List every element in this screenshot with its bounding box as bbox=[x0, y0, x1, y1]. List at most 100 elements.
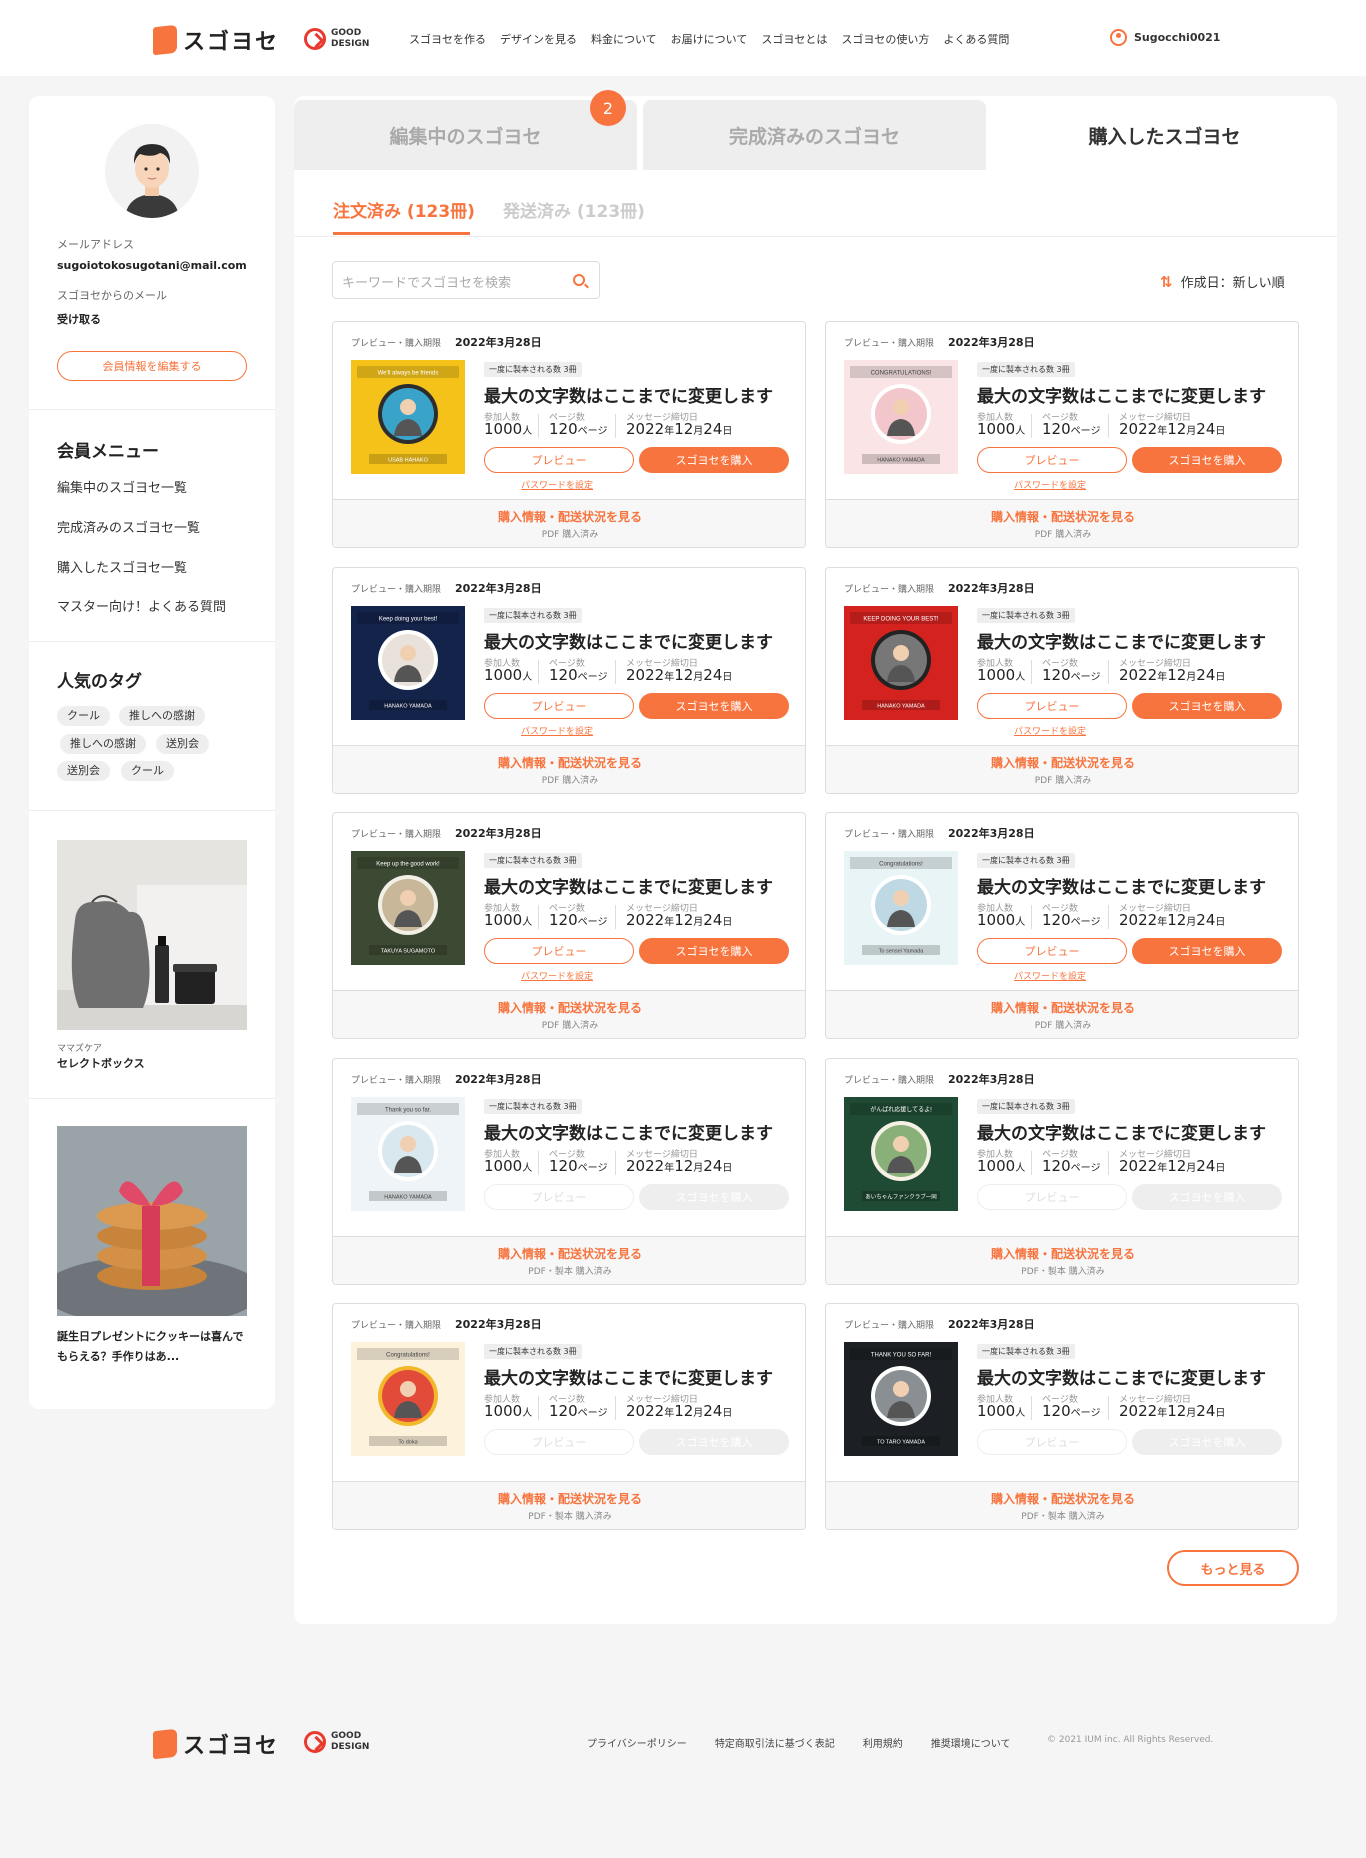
card-thumbnail[interactable]: がんばれ応援してるよ! あいちゃんファンクラブ一同 bbox=[844, 1096, 958, 1211]
nav-howto[interactable]: スゴヨセの使い方 bbox=[841, 31, 929, 47]
preview-button[interactable]: プレビュー bbox=[484, 692, 634, 719]
preview-button[interactable]: プレビュー bbox=[484, 1183, 634, 1210]
purchase-info-link[interactable]: 購入情報・配送状況を見る bbox=[826, 508, 1298, 525]
footer-logo[interactable]: スゴヨセ bbox=[153, 1728, 279, 1760]
buy-button[interactable]: スゴヨセを購入 bbox=[1132, 692, 1282, 719]
thumb-name: あいちゃんファンクラブ一同 bbox=[865, 1192, 937, 1200]
purchase-info-link[interactable]: 購入情報・配送状況を見る bbox=[333, 754, 805, 771]
subtab-ordered[interactable]: 注文済み (123冊) bbox=[333, 197, 475, 222]
article-title[interactable]: セレクトボックス bbox=[57, 1054, 252, 1074]
subtab-shipped[interactable]: 発送済み (123冊) bbox=[503, 197, 645, 222]
divider bbox=[1031, 1396, 1032, 1420]
buy-button[interactable]: スゴヨセを購入 bbox=[1132, 1183, 1282, 1210]
tag[interactable]: 送別会 bbox=[156, 734, 209, 754]
preview-button[interactable]: プレビュー bbox=[977, 1183, 1127, 1210]
purchase-info-link[interactable]: 購入情報・配送状況を見る bbox=[333, 508, 805, 525]
deadline-label: プレビュー・購入期限 bbox=[844, 339, 935, 349]
card-thumbnail[interactable]: Congratulations! To sensei Yamada bbox=[844, 851, 958, 965]
password-link[interactable]: パスワードを設定 bbox=[521, 724, 593, 737]
nav-pricing[interactable]: 料金について bbox=[591, 31, 657, 47]
editing-count-badge: 2 bbox=[590, 90, 626, 126]
password-link[interactable]: パスワードを設定 bbox=[521, 969, 593, 982]
stat-pages: 120ページ bbox=[1042, 911, 1101, 929]
preview-button[interactable]: プレビュー bbox=[484, 447, 634, 473]
footer-link-environment[interactable]: 推奨環境について bbox=[931, 1735, 1011, 1750]
user-menu[interactable]: Sugocchi0021 bbox=[1110, 29, 1220, 46]
tag[interactable]: 推しへの感謝 bbox=[60, 734, 146, 754]
purchase-info-link[interactable]: 購入情報・配送状況を見る bbox=[826, 754, 1298, 771]
buy-button[interactable]: スゴヨセを購入 bbox=[639, 447, 789, 473]
card-footer: 購入情報・配送状況を見る PDF 購入済み bbox=[333, 990, 805, 1038]
card-title: 最大の文字数はここまでに変更します bbox=[484, 1123, 773, 1144]
password-link[interactable]: パスワードを設定 bbox=[521, 478, 593, 491]
preview-button[interactable]: プレビュー bbox=[977, 692, 1127, 719]
thumb-name: USAB HAHAKO bbox=[388, 458, 428, 464]
purchase-info-link[interactable]: 購入情報・配送状況を見る bbox=[826, 999, 1298, 1016]
deadline-label: プレビュー・購入期限 bbox=[351, 584, 442, 595]
tag[interactable]: クール bbox=[121, 761, 174, 781]
menu-purchased-list[interactable]: 購入したスゴヨセ一覧 bbox=[57, 557, 187, 576]
preview-button[interactable]: プレビュー bbox=[977, 1429, 1127, 1455]
edit-profile-button[interactable]: 会員情報を編集する bbox=[57, 351, 247, 381]
password-link[interactable]: パスワードを設定 bbox=[1014, 724, 1086, 737]
binding-count-badge: 一度に製本される数 3冊 bbox=[977, 362, 1075, 377]
menu-master-faq[interactable]: マスター向け！よくある質問 bbox=[57, 596, 226, 615]
password-link[interactable]: パスワードを設定 bbox=[1014, 969, 1086, 982]
nav-about[interactable]: スゴヨセとは bbox=[761, 31, 827, 47]
menu-completed-list[interactable]: 完成済みのスゴヨセ一覧 bbox=[57, 517, 200, 536]
buy-button[interactable]: スゴヨセを購入 bbox=[639, 938, 789, 964]
footer-link-commerce-law[interactable]: 特定商取引法に基づく表記 bbox=[715, 1735, 835, 1750]
tag[interactable]: 推しへの感謝 bbox=[119, 706, 205, 726]
article-image-selectbox[interactable] bbox=[57, 840, 247, 1030]
tab-editing[interactable]: 編集中のスゴヨセ bbox=[294, 100, 637, 170]
card-thumbnail[interactable]: Thank you so far. HANAKO YAMADA bbox=[351, 1096, 465, 1211]
purchase-info-link[interactable]: 購入情報・配送状況を見る bbox=[826, 1490, 1298, 1507]
article-title[interactable]: 誕生日プレゼントにクッキーは喜んでもらえる？手作りはあ... bbox=[57, 1327, 252, 1367]
password-link[interactable]: パスワードを設定 bbox=[1014, 478, 1086, 491]
purchase-info-link[interactable]: 購入情報・配送状況を見る bbox=[333, 1245, 805, 1262]
stat-participants: 1000人 bbox=[977, 1156, 1026, 1175]
load-more-button[interactable]: もっと見る bbox=[1167, 1550, 1299, 1586]
card-thumbnail[interactable]: Keep up the good work! TAKUYA SUGAMOTO bbox=[351, 851, 465, 965]
card-thumbnail[interactable]: We'll always be friends USAB HAHAKO bbox=[351, 360, 465, 474]
buy-button[interactable]: スゴヨセを購入 bbox=[1132, 1429, 1282, 1455]
buy-button[interactable]: スゴヨセを購入 bbox=[639, 692, 789, 719]
purchase-info-link[interactable]: 購入情報・配送状況を見る bbox=[826, 1245, 1298, 1262]
stat-participants: 1000人 bbox=[484, 665, 533, 684]
nav-create[interactable]: スゴヨセを作る bbox=[409, 31, 486, 47]
buy-button[interactable]: スゴヨセを購入 bbox=[639, 1429, 789, 1455]
purchase-info-link[interactable]: 購入情報・配送状況を見る bbox=[333, 1490, 805, 1507]
card-thumbnail[interactable]: Congratulations! To doka bbox=[351, 1342, 465, 1456]
footer-link-terms[interactable]: 利用規約 bbox=[863, 1735, 903, 1750]
preview-button[interactable]: プレビュー bbox=[977, 447, 1127, 473]
preview-button[interactable]: プレビュー bbox=[484, 938, 634, 964]
nav-designs[interactable]: デザインを見る bbox=[500, 31, 577, 47]
tab-purchased[interactable]: 購入したスゴヨセ bbox=[992, 100, 1337, 170]
footer-link-privacy[interactable]: プライバシーポリシー bbox=[587, 1735, 687, 1750]
preview-button[interactable]: プレビュー bbox=[484, 1429, 634, 1455]
search-input[interactable]: キーワードでスゴヨセを検索 bbox=[332, 261, 600, 299]
thumb-name: To doka bbox=[398, 1440, 418, 1446]
buy-button[interactable]: スゴヨセを購入 bbox=[1132, 938, 1282, 964]
deadline-date: 2022年3月28日 bbox=[455, 581, 542, 595]
tab-completed[interactable]: 完成済みのスゴヨセ bbox=[643, 100, 986, 170]
nav-delivery[interactable]: お届けについて bbox=[671, 31, 748, 47]
card-thumbnail[interactable]: Keep doing your best! HANAKO YAMADA bbox=[351, 605, 465, 720]
card-thumbnail[interactable]: THANK YOU SO FAR! TO TARO YAMADA bbox=[844, 1342, 958, 1456]
buy-button[interactable]: スゴヨセを購入 bbox=[1132, 447, 1282, 473]
logo[interactable]: スゴヨセ bbox=[153, 24, 279, 56]
tag[interactable]: クール bbox=[57, 706, 110, 726]
search-icon[interactable] bbox=[573, 274, 585, 286]
tag[interactable]: 送別会 bbox=[57, 761, 110, 781]
card-thumbnail[interactable]: KEEP DOING YOUR BEST! HANAKO YAMADA bbox=[844, 605, 958, 720]
article-image-cookies[interactable] bbox=[57, 1126, 247, 1316]
card-thumbnail[interactable]: CONGRATULATIONS! HANAKO YAMADA bbox=[844, 360, 958, 474]
preview-button[interactable]: プレビュー bbox=[977, 938, 1127, 964]
thumb-heading: Keep doing your best! bbox=[379, 616, 438, 622]
menu-editing-list[interactable]: 編集中のスゴヨセ一覧 bbox=[57, 477, 187, 496]
sort-dropdown[interactable]: ⇅ 作成日：新しい順 bbox=[1160, 272, 1285, 292]
purchase-info-link[interactable]: 購入情報・配送状況を見る bbox=[333, 999, 805, 1016]
subtab-active-indicator bbox=[333, 232, 470, 235]
buy-button[interactable]: スゴヨセを購入 bbox=[639, 1183, 789, 1210]
nav-faq[interactable]: よくある質問 bbox=[943, 31, 1009, 47]
